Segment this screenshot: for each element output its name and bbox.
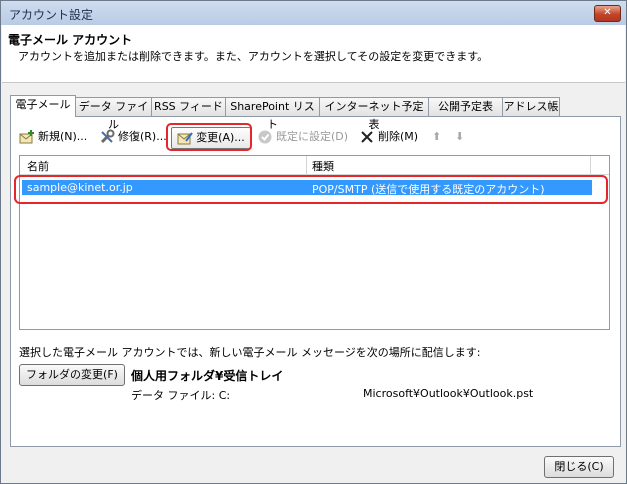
set-default-check-icon [258, 130, 272, 144]
repair-account-button[interactable]: 修復(R)... [99, 127, 167, 147]
move-down-button[interactable]: ⬇ [455, 127, 464, 147]
change-button-highlight [166, 123, 252, 151]
tab-email[interactable]: 電子メール [10, 95, 76, 117]
selected-row-highlight [14, 175, 608, 204]
set-default-button[interactable]: 既定に設定(D) [257, 127, 348, 147]
column-divider[interactable] [590, 156, 591, 174]
close-icon: ✕ [603, 7, 612, 18]
data-file-label: データ ファイル: C: [131, 389, 231, 402]
up-arrow-icon: ⬆ [432, 130, 442, 143]
data-file-path: Microsoft¥Outlook¥Outlook.pst [363, 387, 534, 400]
new-account-button[interactable]: 新規(N)... [19, 127, 87, 147]
column-type-header[interactable]: 種類 [312, 158, 334, 174]
tab-rss-feeds[interactable]: RSS フィード [151, 97, 226, 116]
delete-x-icon [361, 131, 373, 143]
header-panel: 電子メール アカウント アカウントを追加または削除できます。また、アカウントを選… [2, 25, 625, 83]
down-arrow-icon: ⬇ [455, 130, 465, 143]
tab-data-files[interactable]: データ ファイル [75, 97, 152, 131]
move-up-button[interactable]: ⬆ [432, 127, 441, 147]
window-close-button[interactable]: ✕ [594, 5, 621, 22]
close-dialog-button[interactable]: 閉じる(C) [544, 456, 614, 478]
window-title: アカウント設定 [9, 8, 94, 22]
tab-sharepoint-lists[interactable]: SharePoint リスト [225, 97, 320, 131]
delivery-description: 選択した電子メール アカウントでは、新しい電子メール メッセージを次の場所に配信… [19, 346, 481, 359]
tab-address-books[interactable]: アドレス帳 [502, 97, 560, 116]
new-account-icon [19, 130, 34, 144]
delivery-folder-name: 個人用フォルダ¥受信トレイ [131, 369, 284, 383]
set-default-label: 既定に設定(D) [276, 130, 349, 143]
repair-account-label: 修復(R)... [118, 130, 167, 143]
delete-account-button[interactable]: 削除(M) [359, 127, 418, 147]
column-name-header[interactable]: 名前 [27, 158, 49, 174]
title-bar[interactable]: アカウント設定 ✕ [1, 1, 626, 25]
tab-published-calendars[interactable]: 公開予定表 [428, 97, 503, 116]
list-header: 名前 種類 [20, 156, 609, 175]
page-description: アカウントを追加または削除できます。また、アカウントを選択してその設定を変更でき… [18, 50, 489, 63]
change-folder-button[interactable]: フォルダの変更(F) [19, 364, 125, 386]
account-toolbar: 新規(N)... 修復(R)... 変更(A)... 既定に設定(D) 削除(M… [19, 127, 579, 149]
new-account-label: 新規(N)... [38, 130, 88, 143]
repair-icon [100, 129, 115, 144]
page-title: 電子メール アカウント [8, 33, 133, 47]
column-divider[interactable] [306, 156, 307, 174]
account-settings-window: アカウント設定 ✕ 電子メール アカウント アカウントを追加または削除できます。… [0, 0, 627, 484]
tab-internet-calendars[interactable]: インターネット予定表 [319, 97, 429, 131]
delete-account-label: 削除(M) [378, 130, 419, 143]
